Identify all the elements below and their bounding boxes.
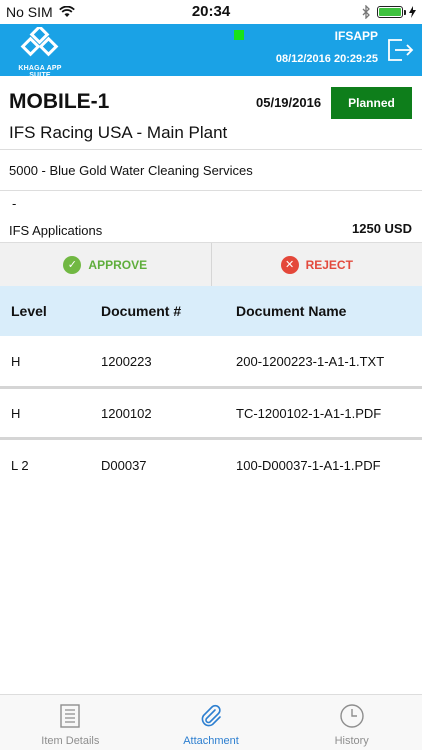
- sync-indicator: [234, 30, 244, 40]
- column-header-level: Level: [11, 303, 47, 319]
- divider: [0, 190, 422, 191]
- empty-field: -: [12, 196, 17, 211]
- tab-label: Attachment: [183, 735, 239, 747]
- tab-label: Item Details: [41, 735, 100, 747]
- status-bar: No SIM 20:34: [0, 0, 422, 24]
- table-header: Level Document # Document Name: [0, 286, 422, 336]
- status-badge: Planned: [331, 87, 412, 119]
- list-icon: [60, 704, 81, 728]
- divider: [0, 149, 422, 150]
- cell-level: H: [11, 353, 21, 369]
- cell-document-name: 100-D00037-1-A1-1.PDF: [236, 457, 381, 473]
- site-name: IFS Racing USA - Main Plant: [9, 123, 228, 142]
- bluetooth-icon: [362, 5, 370, 19]
- logo-text: KHAGA APP SUITE: [18, 65, 62, 79]
- tab-history[interactable]: History: [281, 695, 422, 750]
- column-header-document-name: Document Name: [236, 303, 347, 319]
- table-row[interactable]: L 2 D00037 100-D00037-1-A1-1.PDF: [0, 440, 422, 490]
- logout-icon[interactable]: [386, 36, 414, 64]
- cell-document-number: D00037: [101, 457, 147, 473]
- app-logo: KHAGA APP SUITE: [8, 24, 72, 79]
- khaga-logo-icon: [20, 24, 59, 57]
- status-right: [362, 5, 416, 19]
- tab-item-details[interactable]: Item Details: [0, 695, 141, 750]
- checkmark-icon: ✓: [63, 255, 82, 274]
- tab-attachment[interactable]: Attachment: [141, 695, 282, 750]
- reject-button[interactable]: ✕ REJECT: [212, 243, 422, 286]
- app-header: KHAGA APP SUITE IFSAPP 08/12/2016 20:29:…: [0, 24, 422, 79]
- table-row[interactable]: H 1200223 200-1200223-1-A1-1.TXT: [0, 336, 422, 386]
- cell-document-number: 1200223: [101, 353, 152, 369]
- order-amount: 1250 USD: [352, 221, 412, 236]
- table-row[interactable]: H 1200102 TC-1200102-1-A1-1.PDF: [0, 388, 422, 438]
- cell-document-name: TC-1200102-1-A1-1.PDF: [236, 405, 382, 421]
- header-datetime: 08/12/2016 20:29:25: [275, 53, 378, 65]
- paperclip-icon: [201, 704, 221, 727]
- charging-icon: [409, 6, 416, 18]
- close-icon: ✕: [280, 255, 299, 274]
- approve-button[interactable]: ✓ APPROVE: [0, 243, 212, 286]
- order-title: MOBILE-1: [9, 90, 110, 113]
- clock-icon: [339, 704, 364, 728]
- cell-document-name: 200-1200223-1-A1-1.TXT: [236, 353, 385, 369]
- order-date: 05/19/2016: [256, 95, 322, 110]
- cell-level: H: [11, 405, 21, 421]
- tab-label: History: [334, 735, 369, 747]
- company-name: IFS Applications: [9, 223, 103, 238]
- clock: 20:34: [191, 3, 231, 20]
- user-name: IFSAPP: [334, 29, 378, 43]
- cell-level: L 2: [11, 457, 29, 473]
- column-header-document-number: Document #: [101, 303, 182, 319]
- battery-icon: [377, 6, 406, 18]
- supplier-name: 5000 - Blue Gold Water Cleaning Services: [9, 163, 253, 178]
- action-bar: ✓ APPROVE ✕ REJECT: [0, 242, 422, 286]
- approve-label: APPROVE: [88, 257, 148, 272]
- reject-label: REJECT: [305, 257, 353, 272]
- tab-bar: Item Details Attachment History: [0, 694, 422, 750]
- cell-document-number: 1200102: [101, 405, 152, 421]
